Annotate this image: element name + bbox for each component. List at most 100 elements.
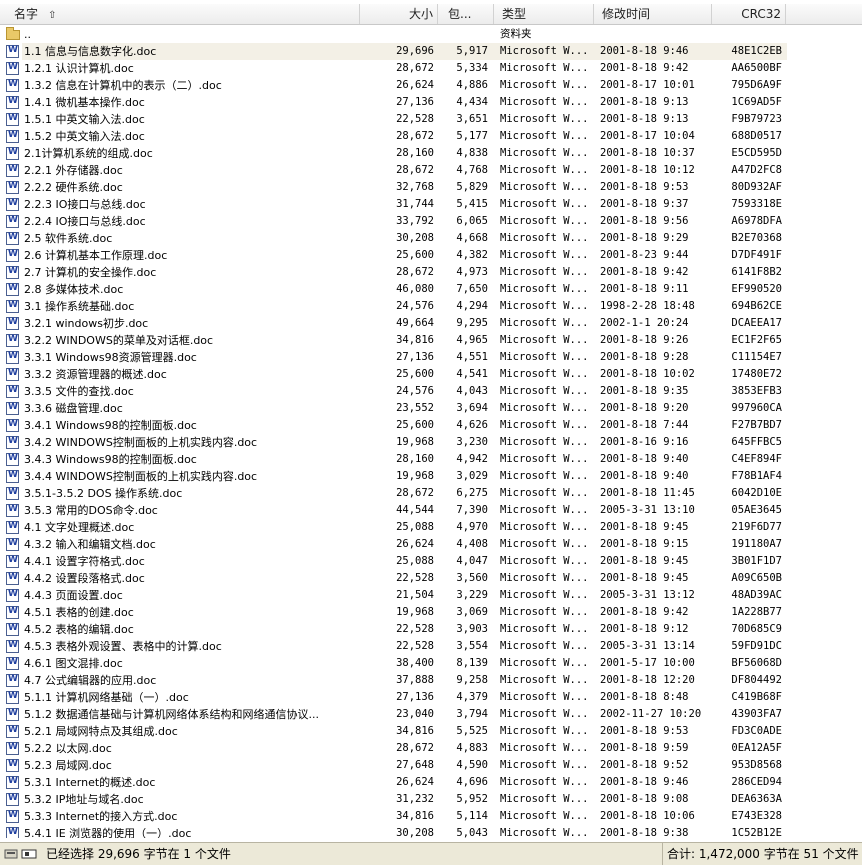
file-row[interactable]: 3.5.1-3.5.2 DOS 操作系统.doc 28,672 6,275 Micro… <box>0 485 862 502</box>
file-row[interactable]: 1.2.1 认识计算机.doc 28,672 5,334 Microsoft W...… <box>0 60 862 77</box>
file-row[interactable]: 1.1 信息与信息数字化.doc 29,696 5,917 Microsoft W..… <box>0 43 862 60</box>
word-document-icon <box>6 147 19 160</box>
row-packed: 4,973 <box>456 266 488 278</box>
file-row[interactable]: 2.2.3 IO接口与总线.doc 31,744 5,415 Microsoft W.… <box>0 196 862 213</box>
file-row[interactable]: 4.5.3 表格外观设置、表格中的计算.doc 22,528 3,554 Micros… <box>0 638 862 655</box>
file-row[interactable]: 5.3.3 Internet的接入方式.doc 34,816 5,114 Micros… <box>0 808 862 825</box>
column-header-name[interactable]: 名字 ⇧ <box>0 4 360 24</box>
file-row[interactable]: 3.3.6 磁盘管理.doc 23,552 3,694 Microsoft W... 2… <box>0 400 862 417</box>
row-size: 46,080 <box>396 283 434 295</box>
row-type: Microsoft W... <box>500 810 589 822</box>
file-row[interactable]: 4.5.2 表格的编辑.doc 22,528 3,903 Microsoft W...… <box>0 621 862 638</box>
row-name: 3.3.1 Windows98资源管理器.doc <box>24 351 197 364</box>
file-row[interactable]: 3.4.3 Windows98的控制面板.doc 28,160 4,942 Micro… <box>0 451 862 468</box>
file-row[interactable]: 5.3.2 IP地址与域名.doc 31,232 5,952 Microsoft W.… <box>0 791 862 808</box>
file-list[interactable]: .. 资料夹 1.1 信息与信息数字化.doc 29,696 5,917 Micros… <box>0 26 862 838</box>
file-row[interactable]: 5.1.1 计算机网络基础（一）.doc 27,136 4,379 Microsoft… <box>0 689 862 706</box>
word-document-icon <box>6 96 19 109</box>
file-row[interactable]: 4.4.3 页面设置.doc 21,504 3,229 Microsoft W... 2… <box>0 587 862 604</box>
row-packed: 4,294 <box>456 300 488 312</box>
row-packed: 3,554 <box>456 640 488 652</box>
word-document-icon <box>6 164 19 177</box>
file-row[interactable]: 3.3.1 Windows98资源管理器.doc 27,136 4,551 Micro… <box>0 349 862 366</box>
parent-folder-row[interactable]: .. 资料夹 <box>0 26 862 43</box>
row-modified: 2001-8-18 9:53 <box>600 725 689 737</box>
row-crc: EC1F2F65 <box>731 334 782 346</box>
file-row[interactable]: 2.8 多媒体技术.doc 46,080 7,650 Microsoft W... 20… <box>0 281 862 298</box>
row-crc: 6042D10E <box>731 487 782 499</box>
row-packed: 4,768 <box>456 164 488 176</box>
file-row[interactable]: 5.4.1 IE 浏览器的使用（一）.doc 30,208 5,043 Microso… <box>0 825 862 838</box>
file-row[interactable]: 3.5.3 常用的DOS命令.doc 44,544 7,390 Microsoft W… <box>0 502 862 519</box>
row-size: 25,600 <box>396 368 434 380</box>
file-row[interactable]: 4.4.2 设置段落格式.doc 22,528 3,560 Microsoft W..… <box>0 570 862 587</box>
row-modified: 2001-8-18 9:20 <box>600 402 689 414</box>
file-row[interactable]: 4.6.1 图文混排.doc 38,400 8,139 Microsoft W... 2… <box>0 655 862 672</box>
file-row[interactable]: 3.3.5 文件的查找.doc 24,576 4,043 Microsoft W...… <box>0 383 862 400</box>
file-row[interactable]: 3.1 操作系统基础.doc 24,576 4,294 Microsoft W... 1… <box>0 298 862 315</box>
file-row[interactable]: 3.2.1 windows初步.doc 49,664 9,295 Microsoft … <box>0 315 862 332</box>
row-modified: 2001-8-18 9:13 <box>600 113 689 125</box>
row-modified: 2001-8-18 10:02 <box>600 368 695 380</box>
row-type: Microsoft W... <box>500 657 589 669</box>
word-document-icon <box>6 776 19 789</box>
file-row[interactable]: 2.6 计算机基本工作原理.doc 25,600 4,382 Microsoft W.… <box>0 247 862 264</box>
file-row[interactable]: 1.5.2 中英文输入法.doc 28,672 5,177 Microsoft W..… <box>0 128 862 145</box>
word-document-icon <box>6 470 19 483</box>
word-document-icon <box>6 215 19 228</box>
column-header-modified[interactable]: 修改时间 <box>594 4 712 24</box>
file-row[interactable]: 5.2.2 以太网.doc 28,672 4,883 Microsoft W... 20… <box>0 740 862 757</box>
row-size: 28,672 <box>396 130 434 142</box>
file-row[interactable]: 5.1.2 数据通信基础与计算机网络体系结构和网络通信协议... 23,040 3,… <box>0 706 862 723</box>
file-row[interactable]: 2.7 计算机的安全操作.doc 28,672 4,973 Microsoft W..… <box>0 264 862 281</box>
file-row[interactable]: 5.2.3 局域网.doc 27,648 4,590 Microsoft W... 20… <box>0 757 862 774</box>
row-name: 4.4.1 设置字符格式.doc <box>24 555 145 568</box>
row-modified: 2001-8-18 9:45 <box>600 572 689 584</box>
row-name: 2.2.3 IO接口与总线.doc <box>24 198 146 211</box>
file-row[interactable]: 1.5.1 中英文输入法.doc 22,528 3,651 Microsoft W..… <box>0 111 862 128</box>
file-row[interactable]: 5.3.1 Internet的概述.doc 26,624 4,696 Microsof… <box>0 774 862 791</box>
row-modified: 2001-8-18 9:46 <box>600 776 689 788</box>
file-row[interactable]: 4.3.2 输入和编辑文档.doc 26,624 4,408 Microsoft W.… <box>0 536 862 553</box>
file-row[interactable]: 3.3.2 资源管理器的概述.doc 25,600 4,541 Microsoft W… <box>0 366 862 383</box>
row-name: 5.3.1 Internet的概述.doc <box>24 776 156 789</box>
file-row[interactable]: 2.2.4 IO接口与总线.doc 33,792 6,065 Microsoft W.… <box>0 213 862 230</box>
row-name: 5.2.3 局域网.doc <box>24 759 112 772</box>
row-modified: 2005-3-31 13:12 <box>600 589 695 601</box>
word-document-icon <box>6 283 19 296</box>
file-row[interactable]: 2.2.2 硬件系统.doc 32,768 5,829 Microsoft W... 2… <box>0 179 862 196</box>
file-row[interactable]: 5.2.1 局域网特点及其组成.doc 34,816 5,525 Microsoft … <box>0 723 862 740</box>
column-header-crc[interactable]: CRC32 <box>712 4 786 24</box>
file-row[interactable]: 1.3.2 信息在计算机中的表示（二）.doc 26,624 4,886 Micros… <box>0 77 862 94</box>
file-row[interactable]: 1.4.1 微机基本操作.doc 27,136 4,434 Microsoft W..… <box>0 94 862 111</box>
file-row[interactable]: 3.4.1 Windows98的控制面板.doc 25,600 4,626 Micro… <box>0 417 862 434</box>
row-name: 2.2.1 外存储器.doc <box>24 164 123 177</box>
row-packed: 4,668 <box>456 232 488 244</box>
file-row[interactable]: 2.1计算机系统的组成.doc 28,160 4,838 Microsoft W...… <box>0 145 862 162</box>
file-row[interactable]: 4.7 公式编辑器的应用.doc 37,888 9,258 Microsoft W..… <box>0 672 862 689</box>
word-document-icon <box>6 572 19 585</box>
row-name: 5.2.2 以太网.doc <box>24 742 112 755</box>
row-name: 2.8 多媒体技术.doc <box>24 283 124 296</box>
row-type: Microsoft W... <box>500 198 589 210</box>
row-name: 2.2.2 硬件系统.doc <box>24 181 123 194</box>
file-row[interactable]: 3.2.2 WINDOWS的菜单及对话框.doc 34,816 4,965 Micro… <box>0 332 862 349</box>
column-header-packed[interactable]: 包... <box>438 4 494 24</box>
row-crc: F27B7BD7 <box>731 419 782 431</box>
row-name: 1.4.1 微机基本操作.doc <box>24 96 145 109</box>
row-type: Microsoft W... <box>500 436 589 448</box>
file-row[interactable]: 4.1 文字处理概述.doc 25,088 4,970 Microsoft W... 2… <box>0 519 862 536</box>
file-row[interactable]: 4.4.1 设置字符格式.doc 25,088 4,047 Microsoft W..… <box>0 553 862 570</box>
file-row[interactable]: 2.2.1 外存储器.doc 28,672 4,768 Microsoft W... 2… <box>0 162 862 179</box>
file-row[interactable]: 4.5.1 表格的创建.doc 19,968 3,069 Microsoft W...… <box>0 604 862 621</box>
row-modified: 2001-8-18 9:29 <box>600 232 689 244</box>
file-row[interactable]: 2.5 软件系统.doc 30,208 4,668 Microsoft W... 200… <box>0 230 862 247</box>
row-name: 2.2.4 IO接口与总线.doc <box>24 215 146 228</box>
column-header-type[interactable]: 类型 <box>494 4 594 24</box>
row-size: 27,136 <box>396 351 434 363</box>
column-header-size[interactable]: 大小 <box>360 4 438 24</box>
word-document-icon <box>6 198 19 211</box>
file-row[interactable]: 3.4.2 WINDOWS控制面板的上机实践内容.doc 19,968 3,230 M… <box>0 434 862 451</box>
row-size: 31,232 <box>396 793 434 805</box>
file-row[interactable]: 3.4.4 WINDOWS控制面板的上机实践内容.doc 19,968 3,029 M… <box>0 468 862 485</box>
